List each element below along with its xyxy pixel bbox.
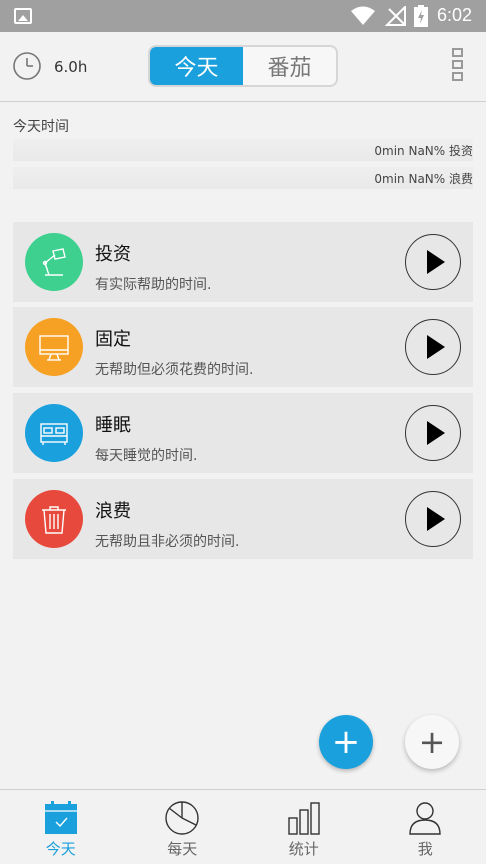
nav-today[interactable]: 今天 (0, 790, 122, 864)
tab-today[interactable]: 今天 (150, 47, 243, 85)
category-desc: 无帮助且非必须的时间. (95, 534, 240, 550)
status-time: 6:02 (437, 5, 473, 25)
pie-chart-icon (165, 801, 199, 835)
image-notification-icon (14, 8, 32, 24)
bottom-nav: 今天 每天 统计 我 (0, 789, 486, 864)
battery-icon (414, 5, 428, 27)
category-card-waste[interactable]: 浪费 无帮助且非必须的时间. (13, 479, 473, 559)
summary-row-text: 0min NaN% 投资 (374, 144, 473, 158)
category-desc: 每天睡觉的时间. (95, 448, 198, 464)
play-button[interactable] (405, 319, 461, 375)
add-record-button[interactable]: + (319, 715, 373, 769)
summary-row-text: 0min NaN% 浪费 (374, 172, 473, 186)
category-name: 浪费 (95, 501, 131, 522)
wifi-icon (351, 6, 375, 25)
category-name: 睡眠 (95, 415, 131, 436)
category-desc: 有实际帮助的时间. (95, 277, 212, 293)
nav-label: 每天 (167, 840, 198, 858)
tab-pomodoro[interactable]: 番茄 (243, 47, 336, 85)
duration-label: 6.0h (54, 58, 88, 76)
summary-row-invest: 0min NaN% 投资 (13, 139, 473, 161)
nav-label: 统计 (288, 840, 319, 858)
bed-icon (25, 404, 83, 462)
nav-stats[interactable]: 统计 (243, 790, 365, 864)
summary-row-waste: 0min NaN% 浪费 (13, 167, 473, 189)
top-bar: 6.0h 今天 番茄 (0, 32, 486, 102)
calendar-icon (44, 801, 77, 834)
nav-daily[interactable]: 每天 (122, 790, 244, 864)
nav-label: 我 (417, 840, 433, 858)
play-button[interactable] (405, 234, 461, 290)
menu-grid-icon[interactable] (452, 48, 466, 84)
category-name: 投资 (95, 244, 131, 265)
view-switcher: 今天 番茄 (148, 45, 338, 87)
clock-icon (13, 52, 41, 80)
play-button[interactable] (405, 491, 461, 547)
play-button[interactable] (405, 405, 461, 461)
summary-title: 今天时间 (13, 119, 69, 135)
monitor-icon (25, 318, 83, 376)
signal-icon (385, 6, 406, 26)
category-card-fixed[interactable]: 固定 无帮助但必须花费的时间. (13, 307, 473, 387)
category-desc: 无帮助但必须花费的时间. (95, 362, 254, 378)
nav-me[interactable]: 我 (365, 790, 486, 864)
category-name: 固定 (95, 329, 131, 350)
category-card-invest[interactable]: 投资 有实际帮助的时间. (13, 222, 473, 302)
lamp-icon (25, 233, 83, 291)
user-icon (409, 802, 441, 835)
trash-icon (25, 490, 83, 548)
bar-chart-icon (288, 802, 320, 835)
category-card-sleep[interactable]: 睡眠 每天睡觉的时间. (13, 393, 473, 473)
nav-label: 今天 (45, 840, 76, 858)
add-category-button[interactable]: + (405, 715, 459, 769)
status-bar: 6:02 (0, 0, 486, 32)
